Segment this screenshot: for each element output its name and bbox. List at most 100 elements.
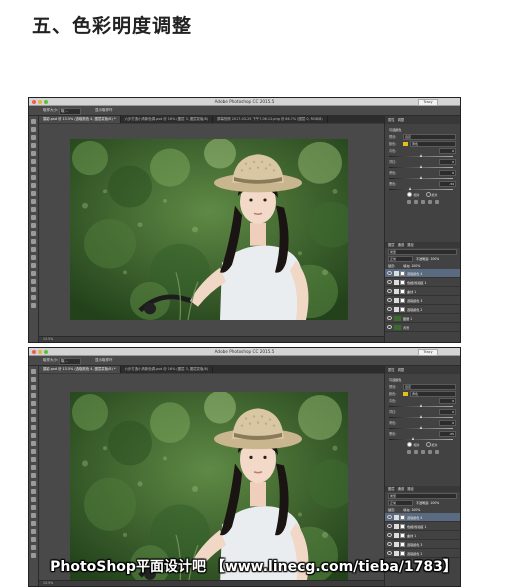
layers-tab[interactable]: 路径	[407, 242, 414, 248]
layer-kind-filter[interactable]: 类型	[388, 248, 457, 255]
panel-tab[interactable]: 调整	[398, 367, 405, 373]
tool-icon[interactable]	[31, 489, 36, 494]
slider-value-field[interactable]: 0	[439, 169, 456, 176]
tool-icon[interactable]	[31, 433, 36, 438]
tool-icon[interactable]	[31, 385, 36, 390]
tool-icon[interactable]	[31, 135, 36, 140]
mask-icon[interactable]	[400, 514, 405, 520]
workspace-switcher[interactable]: Tracy	[418, 99, 438, 106]
slider-track[interactable]	[389, 176, 453, 179]
tool-icon[interactable]	[31, 295, 36, 300]
tool-icon[interactable]	[31, 119, 36, 124]
tool-icon[interactable]	[31, 271, 36, 276]
slider-track[interactable]	[389, 154, 453, 157]
slider-thumb[interactable]	[419, 176, 422, 179]
document-tab[interactable]: 摄影.psd @ 13.5% (选取颜色 4, 图层蒙版/8) *	[39, 366, 121, 373]
blend-mode-select[interactable]: 正常	[388, 255, 413, 262]
document-tab[interactable]: 六步打造小清新色调.psd @ 16% (图层 3, 图层蒙版/8)	[121, 366, 214, 373]
absolute-radio[interactable]: 绝对	[425, 442, 438, 447]
zoom-level[interactable]: 13.5%	[43, 337, 53, 342]
tool-icon[interactable]	[31, 167, 36, 172]
slider-thumb[interactable]	[419, 165, 422, 168]
tool-icon[interactable]	[31, 401, 36, 406]
layers-tab[interactable]: 通道	[398, 486, 405, 492]
layer-row[interactable]: 选取颜色 4	[385, 269, 460, 278]
tool-icon[interactable]	[31, 377, 36, 382]
tool-icon[interactable]	[31, 175, 36, 180]
eye-icon[interactable]	[387, 307, 392, 311]
slider-track[interactable]	[389, 426, 453, 429]
document-tab[interactable]: 摄影.psd @ 13.5% (选取颜色 4, 图层蒙版/8) *	[39, 116, 121, 123]
tool-icon[interactable]	[31, 191, 36, 196]
slider-track[interactable]	[389, 437, 453, 440]
visibility-icon[interactable]	[427, 450, 432, 454]
mask-icon[interactable]	[400, 541, 405, 547]
preset-select[interactable]: 自定	[403, 383, 456, 390]
panel-tab[interactable]: 调整	[398, 117, 405, 123]
absolute-radio[interactable]: 绝对	[425, 192, 438, 197]
tool-icon[interactable]	[31, 417, 36, 422]
eye-icon[interactable]	[387, 325, 392, 329]
layer-row[interactable]: 选取颜色 3	[385, 540, 460, 549]
slider-value-field[interactable]: 0	[439, 419, 456, 426]
mask-icon[interactable]	[400, 270, 405, 276]
tool-icon[interactable]	[31, 521, 36, 526]
layers-tab[interactable]: 路径	[407, 486, 414, 492]
canvas-area[interactable]: 13.5%	[39, 124, 384, 342]
slider-track[interactable]	[389, 415, 453, 418]
tool-icon[interactable]	[31, 199, 36, 204]
layer-row[interactable]: 图层 1	[385, 314, 460, 323]
tool-icon[interactable]	[31, 151, 36, 156]
tool-icon[interactable]	[31, 409, 36, 414]
slider-value-field[interactable]: 0	[439, 158, 456, 165]
relative-radio[interactable]: 相对	[407, 192, 420, 197]
sample-size-select[interactable]: 取...	[59, 108, 81, 115]
fill-field[interactable]: 填充: 100%	[403, 507, 420, 512]
clip-icon[interactable]	[406, 450, 411, 454]
eye-icon[interactable]	[387, 524, 392, 528]
slider-thumb[interactable]	[408, 187, 411, 190]
fill-field[interactable]: 填充: 100%	[403, 263, 420, 268]
tool-icon[interactable]	[31, 473, 36, 478]
show-ring-checkbox[interactable]: 显示取样环	[95, 108, 113, 113]
tool-icon[interactable]	[31, 425, 36, 430]
layer-row[interactable]: 选取颜色 4	[385, 513, 460, 522]
tool-icon[interactable]	[31, 159, 36, 164]
canvas-area[interactable]: 13.5%	[39, 374, 384, 586]
layers-tab[interactable]: 图层	[388, 486, 395, 492]
reset-icon[interactable]	[420, 450, 425, 454]
sample-size-select[interactable]: 取...	[59, 358, 81, 365]
zoom-level[interactable]: 13.5%	[43, 581, 53, 586]
eye-icon[interactable]	[387, 542, 392, 546]
slider-track[interactable]	[389, 187, 453, 190]
tool-icon[interactable]	[31, 513, 36, 518]
eye-icon[interactable]	[387, 271, 392, 275]
slider-value-field[interactable]: 0	[439, 408, 456, 415]
slider-value-field[interactable]: 0	[439, 397, 456, 404]
workspace-switcher[interactable]: Tracy	[418, 349, 438, 356]
reset-icon[interactable]	[420, 200, 425, 204]
slider-thumb[interactable]	[419, 415, 422, 418]
layer-row[interactable]: 背景	[385, 323, 460, 332]
slider-value-field[interactable]: -34	[439, 180, 456, 187]
relative-radio[interactable]: 相对	[407, 442, 420, 447]
slider-thumb[interactable]	[419, 426, 422, 429]
layer-row[interactable]: 色相/饱和度 1	[385, 522, 460, 531]
show-ring-checkbox[interactable]: 显示取样环	[95, 358, 113, 363]
layers-tab[interactable]: 通道	[398, 242, 405, 248]
slider-track[interactable]	[389, 404, 453, 407]
mask-icon[interactable]	[400, 297, 405, 303]
tool-icon[interactable]	[31, 183, 36, 188]
layer-row[interactable]: 选取颜色 3	[385, 296, 460, 305]
document-tab[interactable]: 六步打造小清新色调.psd @ 16% (图层 3, 图层蒙版/8)	[121, 116, 214, 123]
tool-icon[interactable]	[31, 231, 36, 236]
tool-icon[interactable]	[31, 465, 36, 470]
eye-icon[interactable]	[387, 533, 392, 537]
slider-thumb[interactable]	[419, 404, 422, 407]
tool-icon[interactable]	[31, 441, 36, 446]
mask-icon[interactable]	[400, 550, 405, 556]
view-previous-icon[interactable]	[413, 450, 418, 454]
blend-mode-select[interactable]: 正常	[388, 499, 413, 506]
panel-tab[interactable]: 属性	[388, 117, 395, 123]
tool-icon[interactable]	[31, 287, 36, 292]
